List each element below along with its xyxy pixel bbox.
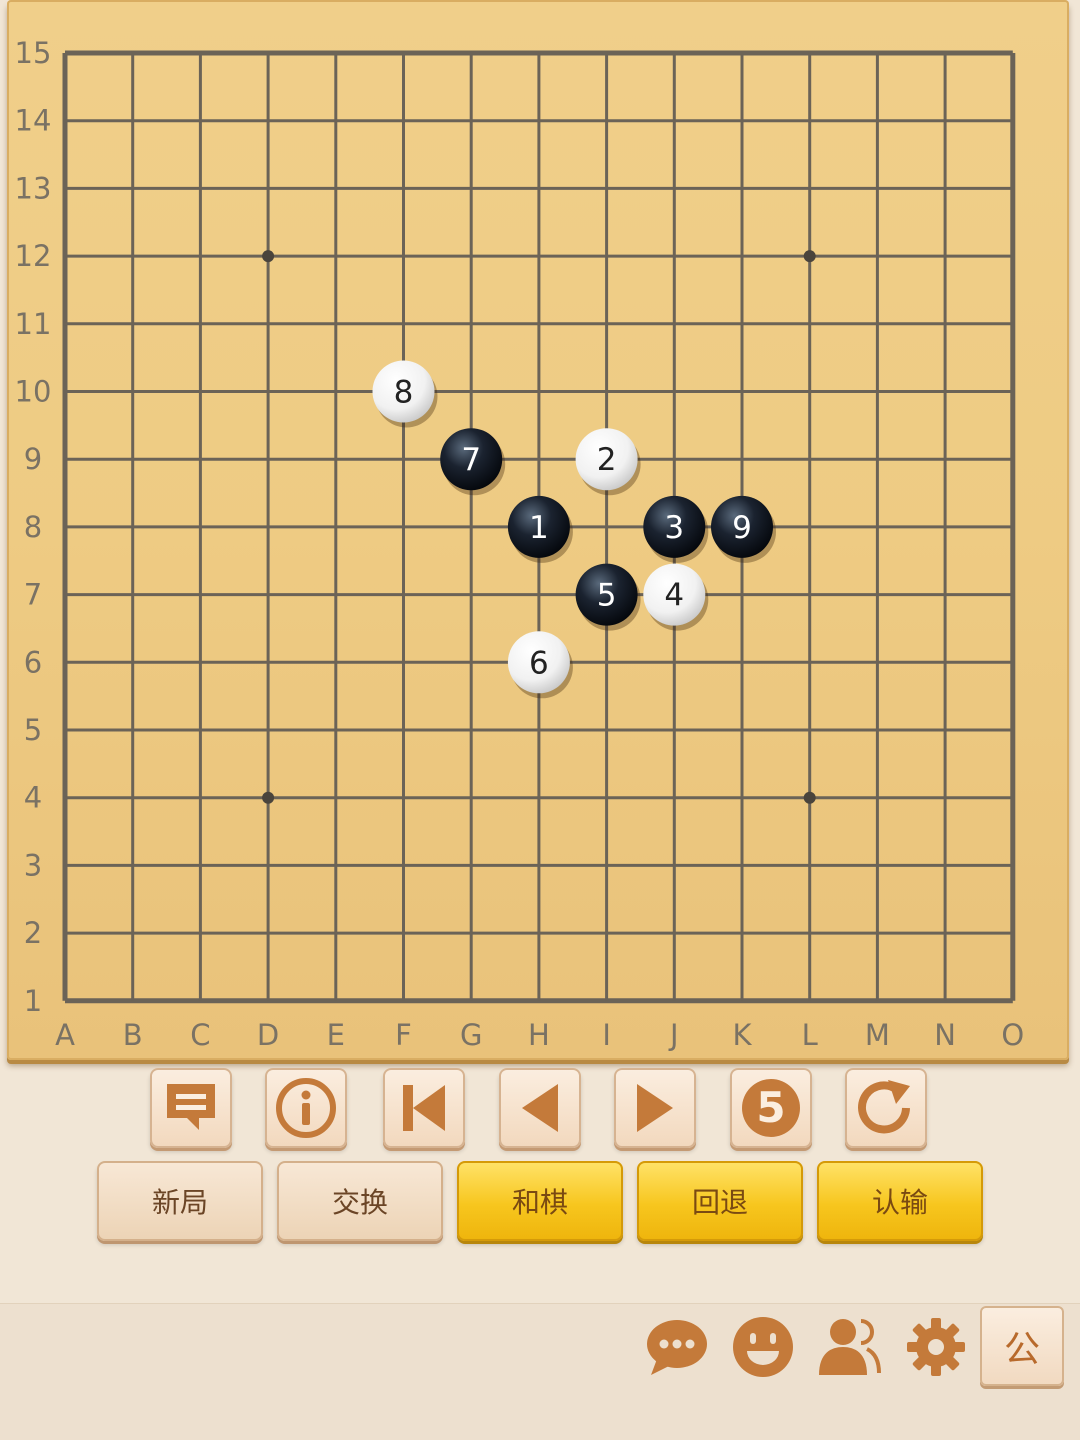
play-left-icon xyxy=(522,1084,558,1132)
skip-to-start-icon xyxy=(403,1085,445,1131)
emoji-icon xyxy=(733,1317,793,1377)
row-label: 8 xyxy=(24,510,42,544)
move-number: 2 xyxy=(597,442,617,478)
column-label: F xyxy=(395,1018,412,1052)
row-label: 2 xyxy=(24,916,42,950)
column-label: L xyxy=(802,1018,818,1052)
move-number: 9 xyxy=(732,510,752,546)
players-button[interactable] xyxy=(817,1314,883,1380)
message-icon xyxy=(167,1084,215,1130)
refresh-button[interactable] xyxy=(845,1068,927,1148)
row-label: 12 xyxy=(15,239,52,273)
first-move-button[interactable] xyxy=(383,1068,465,1148)
star-point xyxy=(262,250,275,263)
svg-text:5: 5 xyxy=(756,1083,785,1132)
move-number: 8 xyxy=(394,375,414,411)
column-label: K xyxy=(732,1018,752,1052)
move-number: 5 xyxy=(597,578,617,614)
move-number: 3 xyxy=(664,510,684,546)
settings-icon xyxy=(907,1318,965,1376)
star-point xyxy=(803,791,816,804)
row-label: 7 xyxy=(24,578,42,612)
row-label: 11 xyxy=(15,307,52,341)
game-board[interactable]: A B C D E F G H I J K L M N O1234567891011121314151234… xyxy=(0,0,1080,1065)
five-button[interactable]: 5 xyxy=(730,1068,812,1148)
row-label: 5 xyxy=(24,713,42,747)
column-label: H xyxy=(528,1018,550,1052)
star-point xyxy=(803,250,816,263)
column-label: J xyxy=(668,1018,679,1052)
info-button[interactable] xyxy=(265,1068,347,1148)
play-right-icon xyxy=(637,1084,673,1132)
next-move-button[interactable] xyxy=(614,1068,696,1148)
public-channel-button[interactable]: 公 xyxy=(980,1306,1064,1386)
players-icon xyxy=(819,1319,881,1375)
row-label: 1 xyxy=(24,984,42,1018)
column-label: M xyxy=(865,1018,890,1052)
undo-button[interactable]: 回退 xyxy=(637,1161,803,1241)
chat-log-button[interactable] xyxy=(150,1068,232,1148)
settings-button[interactable] xyxy=(903,1314,969,1380)
resign-button[interactable]: 认输 xyxy=(817,1161,983,1241)
column-label: O xyxy=(1001,1018,1024,1052)
column-label: D xyxy=(257,1018,279,1052)
row-label: 13 xyxy=(15,171,52,205)
row-label: 4 xyxy=(24,781,42,815)
column-label: E xyxy=(327,1018,345,1052)
info-icon xyxy=(276,1078,336,1138)
refresh-icon xyxy=(858,1080,910,1134)
row-label: 10 xyxy=(15,375,52,409)
column-label: G xyxy=(460,1018,482,1052)
move-number: 7 xyxy=(461,442,481,478)
swap-button[interactable]: 交换 xyxy=(277,1161,443,1241)
draw-button[interactable]: 和棋 xyxy=(457,1161,623,1241)
column-label: I xyxy=(602,1018,611,1052)
emoji-button[interactable] xyxy=(730,1314,796,1380)
row-label: 3 xyxy=(24,848,42,882)
previous-move-button[interactable] xyxy=(499,1068,581,1148)
column-label: B xyxy=(123,1018,143,1052)
chat-bubble-button[interactable] xyxy=(644,1314,710,1380)
star-point xyxy=(262,791,275,804)
row-label: 6 xyxy=(24,645,42,679)
move-number: 6 xyxy=(529,645,549,681)
chat-bubble-icon xyxy=(647,1320,707,1375)
column-label: C xyxy=(190,1018,210,1052)
row-label: 15 xyxy=(15,36,52,70)
move-number: 1 xyxy=(529,510,549,546)
move-number: 4 xyxy=(664,578,684,614)
new-game-button[interactable]: 新局 xyxy=(97,1161,263,1241)
row-label: 14 xyxy=(15,104,52,138)
column-label: N xyxy=(934,1018,956,1052)
number-five-icon: 5 xyxy=(742,1079,800,1137)
column-label: A xyxy=(55,1018,75,1052)
row-label: 9 xyxy=(24,442,42,476)
